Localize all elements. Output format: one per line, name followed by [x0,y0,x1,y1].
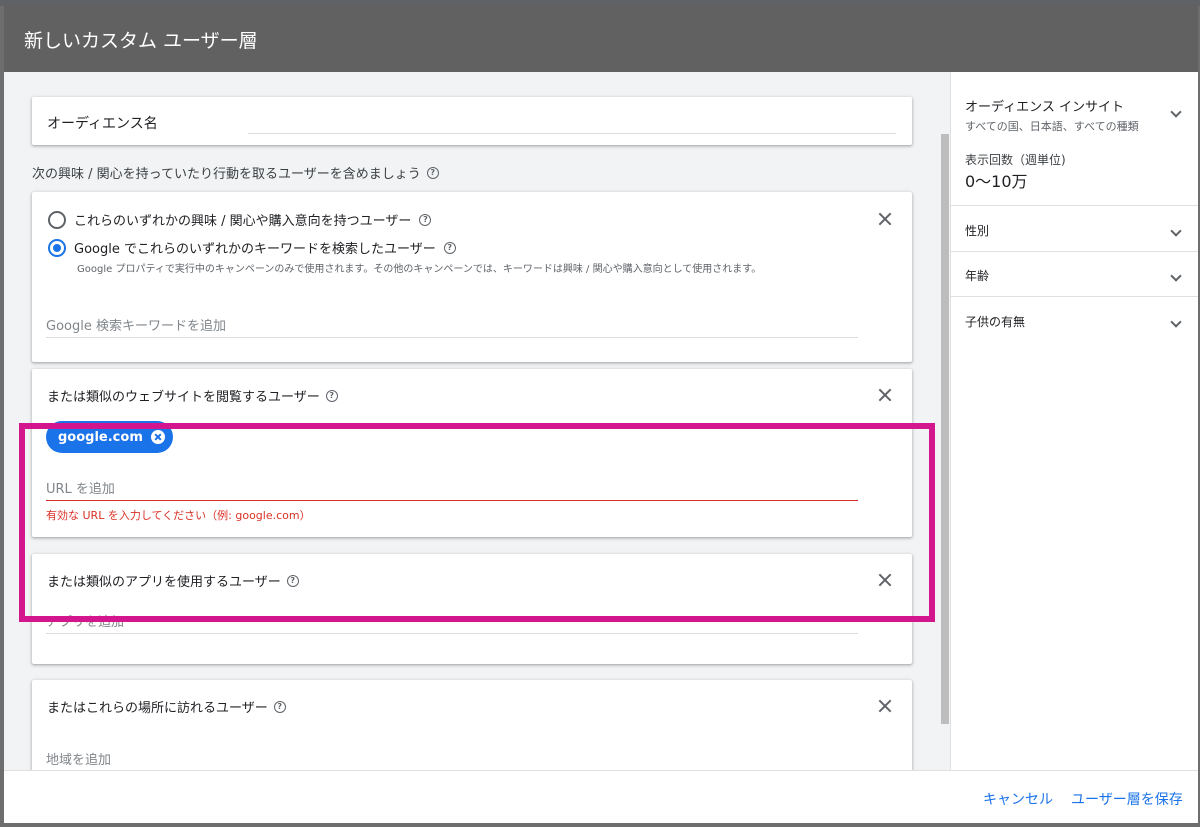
divider [951,205,1198,206]
url-input[interactable]: URL を追加 [46,473,858,501]
radio-keywords[interactable] [48,238,66,257]
apps-card: または類似のアプリを使用するユーザー ? アプリを追加 [32,554,912,664]
chevron-down-icon [1170,224,1182,237]
custom-audience-dialog: 新しいカスタム ユーザー層 オーディエンス名 次の興味 / 関心を持っていたり行… [4,4,1198,823]
help-icon[interactable]: ? [443,241,456,254]
interests-card: これらのいずれかの興味 / 関心や購入意向を持つユーザー ? Google でこ… [32,192,912,362]
accordion-gender[interactable]: 性別 [965,222,1182,239]
impressions-label: 表示回数（週単位) [965,153,1066,167]
places-card: またはこれらの場所に訪れるユーザー ? 地域を追加 [32,680,912,770]
websites-card: または類似のウェブサイトを閲覧するユーザー ? google.com URL を… [32,369,912,537]
impressions-value: 0〜10万 [965,172,1028,191]
keyword-input-placeholder: Google 検索キーワードを追加 [46,319,226,334]
help-icon[interactable]: ? [426,166,439,179]
dialog-header: 新しいカスタム ユーザー層 [4,4,1198,72]
close-icon[interactable] [876,210,894,228]
app-input[interactable]: アプリを追加 [46,606,858,634]
help-icon[interactable]: ? [325,389,338,402]
radio-interests-label: これらのいずれかの興味 / 関心や購入意向を持つユーザー [74,214,412,229]
radio-keywords-note: Google プロパティで実行中のキャンペーンのみで使用されます。その他のキャン… [77,264,762,275]
radio-interests[interactable] [48,210,66,229]
websites-title-text: または類似のウェブサイトを閲覧するユーザー [47,390,320,405]
help-icon[interactable]: ? [419,213,432,226]
accordion-age-label: 年齢 [965,269,990,283]
accordion-age[interactable]: 年齢 [965,267,1182,284]
url-error-text: 有効な URL を入力してください（例: google.com） [46,509,311,522]
places-title: またはこれらの場所に訪れるユーザー ? [47,697,286,716]
insight-subtitle: すべての国、日本語、すべての種類 [965,120,1139,133]
insights-panel: オーディエンス インサイト すべての国、日本語、すべての種類 表示回数（週単位)… [950,72,1198,770]
close-icon[interactable] [876,571,894,589]
url-chip-label: google.com [58,429,143,445]
insight-header[interactable]: オーディエンス インサイト すべての国、日本語、すべての種類 [965,96,1139,134]
url-input-placeholder: URL を追加 [46,482,115,497]
accordion-gender-label: 性別 [965,224,990,238]
apps-title: または類似のアプリを使用するユーザー ? [47,571,299,590]
section-heading-text: 次の興味 / 関心を持っていたり行動を取るユーザーを含めましょう [32,167,421,182]
dialog-footer: キャンセル ユーザー層を保存 [4,770,1198,823]
scrollbar[interactable] [941,134,949,724]
accordion-children[interactable]: 子供の有無 [965,313,1182,330]
app-input-placeholder: アプリを追加 [46,615,125,630]
place-input-placeholder: 地域を追加 [46,753,112,768]
chevron-down-icon[interactable] [1170,106,1182,118]
chip-remove-icon[interactable] [150,430,165,444]
section-heading: 次の興味 / 関心を持っていたり行動を取るユーザーを含めましょう ? [32,163,439,182]
radio-keywords-row[interactable]: Google でこれらのいずれかのキーワードを検索したユーザー ? [48,238,456,257]
places-title-text: またはこれらの場所に訪れるユーザー [47,701,268,716]
audience-name-card: オーディエンス名 [32,97,912,145]
help-icon[interactable]: ? [286,574,299,587]
close-icon[interactable] [876,697,894,715]
place-input[interactable]: 地域を追加 [46,744,858,770]
divider [951,296,1198,297]
cancel-button[interactable]: キャンセル [983,789,1053,809]
save-audience-button[interactable]: ユーザー層を保存 [1071,789,1183,809]
accordion-children-label: 子供の有無 [965,315,1026,329]
divider [951,251,1198,252]
close-icon[interactable] [876,386,894,404]
radio-interests-row[interactable]: これらのいずれかの興味 / 関心や購入意向を持つユーザー ? [48,210,432,229]
help-icon[interactable]: ? [273,700,286,713]
audience-name-input[interactable] [248,133,896,134]
apps-title-text: または類似のアプリを使用するユーザー [47,575,281,590]
websites-title: または類似のウェブサイトを閲覧するユーザー ? [47,386,338,405]
insight-title: オーディエンス インサイト [965,100,1124,115]
audience-name-label: オーディエンス名 [47,116,158,132]
chevron-down-icon [1170,269,1182,282]
keyword-input[interactable]: Google 検索キーワードを追加 [46,310,858,338]
main-panel[interactable]: オーディエンス名 次の興味 / 関心を持っていたり行動を取るユーザーを含めましょ… [4,72,950,770]
dialog-title: 新しいカスタム ユーザー層 [24,30,258,52]
url-chip[interactable]: google.com [46,421,173,453]
radio-keywords-label: Google でこれらのいずれかのキーワードを検索したユーザー [74,242,436,257]
chevron-down-icon [1170,315,1182,328]
